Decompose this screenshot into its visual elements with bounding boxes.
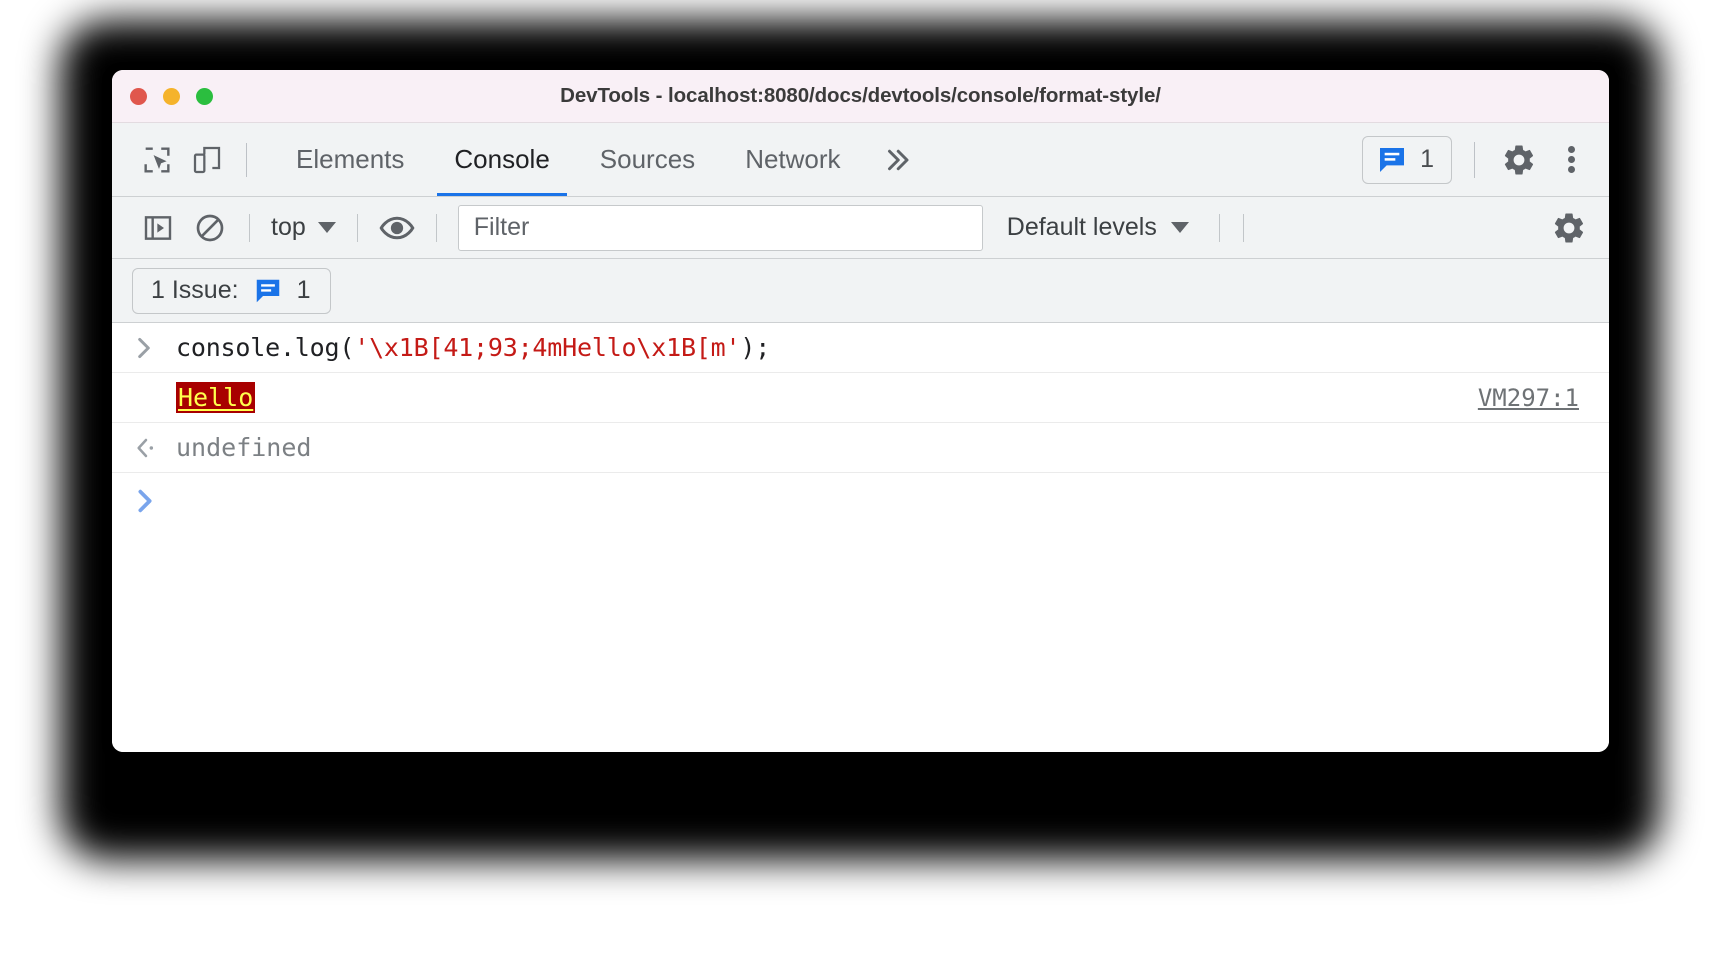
console-code-prefix: console.log( — [176, 333, 355, 362]
console-code-suffix: ); — [740, 333, 771, 362]
window-controls — [130, 87, 213, 105]
return-arrow-icon — [137, 438, 154, 457]
tab-network[interactable]: Network — [720, 123, 865, 196]
tab-elements-label: Elements — [296, 144, 405, 174]
console-filter-input[interactable]: Filter — [457, 204, 983, 251]
tab-sources-label: Sources — [599, 144, 696, 174]
devtools-tabbar: Elements Console Sources Network 1 — [112, 123, 1609, 197]
issues-summary-count: 1 — [296, 276, 311, 304]
tab-sources[interactable]: Sources — [575, 123, 720, 196]
clear-console-icon[interactable] — [184, 206, 236, 250]
toolbar-divider — [246, 142, 247, 177]
filterbar-divider — [1242, 213, 1244, 242]
close-window-button[interactable] — [130, 87, 147, 105]
console-filter-placeholder: Filter — [473, 213, 530, 241]
console-input-prompt-gutter — [134, 335, 176, 361]
kebab-dot — [1567, 165, 1575, 173]
issue-message-icon — [256, 279, 279, 302]
issues-badge-button[interactable]: 1 — [1362, 135, 1452, 184]
console-source-link[interactable]: VM297:1 — [1478, 384, 1579, 412]
maximize-window-button[interactable] — [196, 87, 213, 105]
inspect-element-icon[interactable] — [132, 135, 182, 185]
devtools-window: DevTools - localhost:8080/docs/devtools/… — [112, 70, 1609, 752]
minimize-window-button[interactable] — [163, 87, 180, 105]
gear-icon[interactable] — [1493, 134, 1545, 186]
kebab-menu-icon[interactable] — [1545, 134, 1597, 186]
chevron-right-icon — [138, 337, 150, 358]
console-input-code: console.log('\x1B[41;93;4mHello\x1B[m'); — [176, 333, 770, 362]
toolbar-divider-right — [1474, 141, 1475, 178]
issues-badge-count: 1 — [1420, 145, 1434, 173]
tab-network-label: Network — [745, 144, 841, 174]
console-code-string: '\x1B[41;93;4mHello\x1B[m' — [354, 333, 741, 362]
chevron-right-icon — [138, 489, 152, 513]
console-result-row[interactable]: undefined — [112, 423, 1609, 473]
filterbar-divider — [249, 213, 250, 242]
issues-summary-button[interactable]: 1 Issue: 1 — [132, 267, 332, 314]
console-prompt-row[interactable] — [112, 473, 1609, 529]
kebab-dot — [1567, 156, 1575, 163]
console-settings-gear-icon[interactable] — [1551, 210, 1587, 246]
console-log-levels-selector[interactable]: Default levels — [1007, 213, 1189, 242]
chevron-double-right-icon[interactable] — [866, 135, 928, 185]
console-result-value: undefined — [176, 433, 312, 462]
console-sidebar-icon[interactable] — [132, 206, 184, 250]
console-prompt-gutter — [134, 487, 176, 515]
kebab-dot — [1567, 146, 1575, 154]
window-titlebar: DevTools - localhost:8080/docs/devtools/… — [112, 70, 1609, 123]
eye-icon[interactable] — [371, 206, 423, 250]
chevron-down-icon — [1170, 222, 1189, 233]
console-result-gutter — [134, 435, 176, 461]
tab-console-label: Console — [454, 144, 550, 174]
tab-elements[interactable]: Elements — [271, 123, 429, 196]
device-toolbar-icon[interactable] — [182, 135, 232, 185]
console-input-row[interactable]: console.log('\x1B[41;93;4mHello\x1B[m'); — [112, 323, 1609, 373]
console-log-levels-label: Default levels — [1006, 213, 1157, 241]
console-context-label: top — [271, 213, 306, 241]
console-context-selector[interactable]: top — [263, 213, 344, 242]
console-output-row[interactable]: Hello VM297:1 — [112, 373, 1609, 423]
filterbar-divider — [435, 213, 437, 242]
window-title: DevTools - localhost:8080/docs/devtools/… — [560, 84, 1161, 107]
screenshot-root: DevTools - localhost:8080/docs/devtools/… — [0, 0, 1722, 974]
panel-tab-list: Elements Console Sources Network — [271, 123, 866, 196]
tab-console[interactable]: Console — [429, 123, 574, 196]
filterbar-divider — [1218, 213, 1220, 242]
filterbar-divider — [356, 213, 358, 242]
issue-message-icon — [1380, 147, 1405, 172]
console-issues-bar: 1 Issue: 1 — [112, 259, 1609, 323]
console-filter-toolbar: top Filter Default levels — [112, 197, 1609, 259]
console-message-area[interactable]: console.log('\x1B[41;93;4mHello\x1B[m');… — [112, 323, 1609, 752]
chevron-down-icon — [317, 222, 336, 233]
issues-summary-label: 1 Issue: — [151, 276, 239, 304]
console-output-text: Hello — [176, 382, 256, 413]
